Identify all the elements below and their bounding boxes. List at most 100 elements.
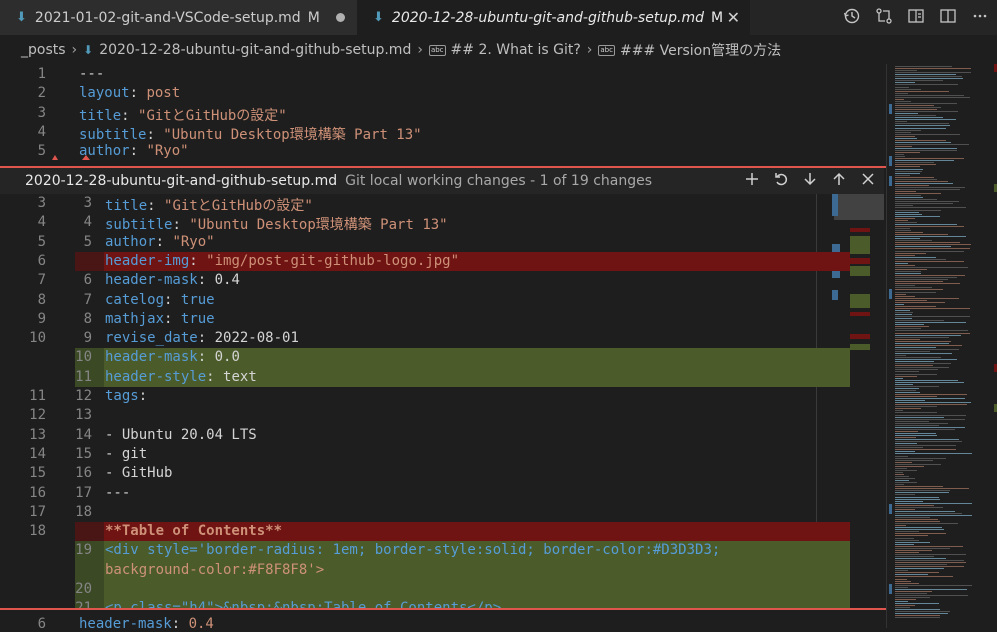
minimap-line	[895, 127, 946, 129]
minimap-line	[895, 309, 910, 311]
more-actions-icon[interactable]	[971, 7, 989, 29]
previous-change-icon[interactable]	[831, 171, 847, 191]
minimap-line	[895, 564, 947, 566]
diff-code-line: - Ubuntu 20.04 LTS	[105, 427, 257, 443]
yaml-key: header-img	[105, 252, 190, 269]
inserted-line-highlight	[104, 580, 850, 600]
minimap-change-mark	[889, 584, 892, 594]
minimap-line	[895, 586, 908, 588]
peek-anchor-arrow-icon	[82, 155, 90, 160]
minimap-line	[895, 189, 960, 190]
diff-code-line: header-mask: 0.0	[105, 349, 240, 366]
chevron-right-icon: ›	[586, 42, 593, 58]
minimap-line	[895, 486, 943, 488]
peek-diff-body[interactable]: 3 3 title: "GitとGitHubの設定" 4 4 subtitle: "Ubu…	[0, 194, 884, 608]
yaml-value: "GitとGitHubの設定"	[164, 198, 313, 214]
minimap-line	[895, 193, 941, 195]
minimap-line	[895, 215, 940, 217]
minimap-line	[895, 490, 950, 492]
original-line-number: 4	[37, 214, 46, 231]
minimap-line	[895, 195, 921, 197]
minimap-line	[895, 305, 936, 307]
code-line: title: "GitとGitHubの設定"	[79, 107, 287, 124]
minimap-line	[895, 324, 924, 326]
minimap-line	[895, 572, 939, 574]
history-icon[interactable]	[843, 7, 861, 29]
markdown-file-icon: ⬇	[83, 43, 94, 57]
peek-scrollbar-thumb[interactable]	[834, 194, 884, 220]
compare-changes-icon[interactable]	[875, 7, 893, 29]
stage-change-icon[interactable]	[744, 171, 760, 191]
minimap-line	[895, 170, 922, 172]
minimap-line	[895, 344, 962, 346]
minimap-line	[895, 369, 938, 371]
breadcrumb-section[interactable]: ## 2. What is Git?	[451, 42, 581, 58]
minimap-line	[895, 365, 933, 367]
revert-change-icon[interactable]	[773, 171, 789, 191]
minimap[interactable]	[886, 64, 997, 628]
open-preview-icon[interactable]	[907, 7, 925, 29]
unsaved-dot-icon[interactable]	[336, 13, 345, 22]
original-line-number: 14	[29, 445, 46, 462]
minimap-line	[895, 607, 910, 609]
code-line: layout: post	[79, 85, 181, 102]
minimap-line	[895, 408, 921, 410]
minimap-line	[895, 555, 934, 557]
minimap-line	[895, 391, 920, 393]
diff-code-line: **Table of Contents**	[105, 523, 282, 539]
minimap-line	[895, 357, 941, 359]
code-text: <div style='border-radius: 1em; border-s…	[105, 542, 721, 559]
minimap-line	[895, 156, 905, 158]
original-line-number: 18	[29, 523, 46, 540]
original-line-number: 10	[29, 330, 46, 347]
minimap-line	[895, 383, 913, 385]
change-overview-mark	[850, 258, 870, 264]
minimap-line	[895, 570, 908, 572]
minimap-line	[895, 459, 933, 461]
diff-code-line: mathjax: true	[105, 310, 215, 327]
modified-line-number: 12	[75, 388, 92, 404]
yaml-key: subtitle	[79, 126, 147, 143]
line-number: 3	[37, 104, 46, 121]
close-tab-icon[interactable]: ✕	[727, 8, 740, 27]
minimap-line	[895, 340, 951, 342]
string-symbol-icon: abc	[428, 44, 446, 56]
breadcrumb-folder[interactable]: _posts	[21, 42, 66, 58]
minimap-line	[895, 104, 934, 106]
minimap-line	[895, 209, 941, 211]
tab-git-and-vscode-setup[interactable]: ⬇ 2021-01-02-git-and-VSCode-setup.md M	[0, 0, 357, 35]
minimap-line	[895, 211, 919, 213]
breadcrumb-file[interactable]: 2020-12-28-ubuntu-git-and-github-setup.m…	[99, 42, 411, 58]
modified-line-number: 10	[75, 349, 92, 366]
tab-ubuntu-git-and-github-setup[interactable]: ⬇ 2020-12-28-ubuntu-git-and-github-setup…	[357, 0, 750, 35]
minimap-line	[895, 406, 937, 408]
minimap-line	[895, 184, 929, 186]
split-editor-icon[interactable]	[939, 7, 957, 29]
minimap-line	[895, 244, 971, 246]
minimap-line	[895, 410, 903, 412]
minimap-line	[895, 111, 958, 113]
minimap-line	[895, 389, 916, 391]
minimap-line	[895, 328, 921, 330]
minimap-line	[895, 154, 904, 156]
minimap-line	[895, 502, 972, 504]
breadcrumb-subsection[interactable]: ### Version管理の方法	[620, 40, 781, 60]
minimap-line	[895, 461, 912, 463]
editor-top[interactable]: 1 --- 2 layout: post 3 title: "GitとGitHubの設定"…	[0, 64, 886, 166]
close-icon[interactable]	[860, 171, 876, 191]
editor-bottom-line[interactable]: 6 header-mask: 0.4	[0, 610, 886, 632]
minimap-line	[895, 78, 963, 80]
minimap-line	[895, 207, 966, 209]
minimap-line	[895, 291, 936, 293]
minimap-line	[895, 102, 957, 104]
deleted-gutter	[75, 251, 104, 272]
peek-description: Git local working changes - 1 of 19 chan…	[345, 173, 653, 189]
minimap-line	[895, 230, 911, 231]
minimap-line	[895, 162, 934, 164]
minimap-line	[895, 176, 934, 178]
next-change-icon[interactable]	[802, 171, 818, 191]
code-line: ---	[79, 66, 104, 82]
original-line-number: 8	[37, 291, 46, 308]
minimap-line	[895, 611, 950, 613]
code-line: author: "Ryo"	[79, 143, 189, 160]
